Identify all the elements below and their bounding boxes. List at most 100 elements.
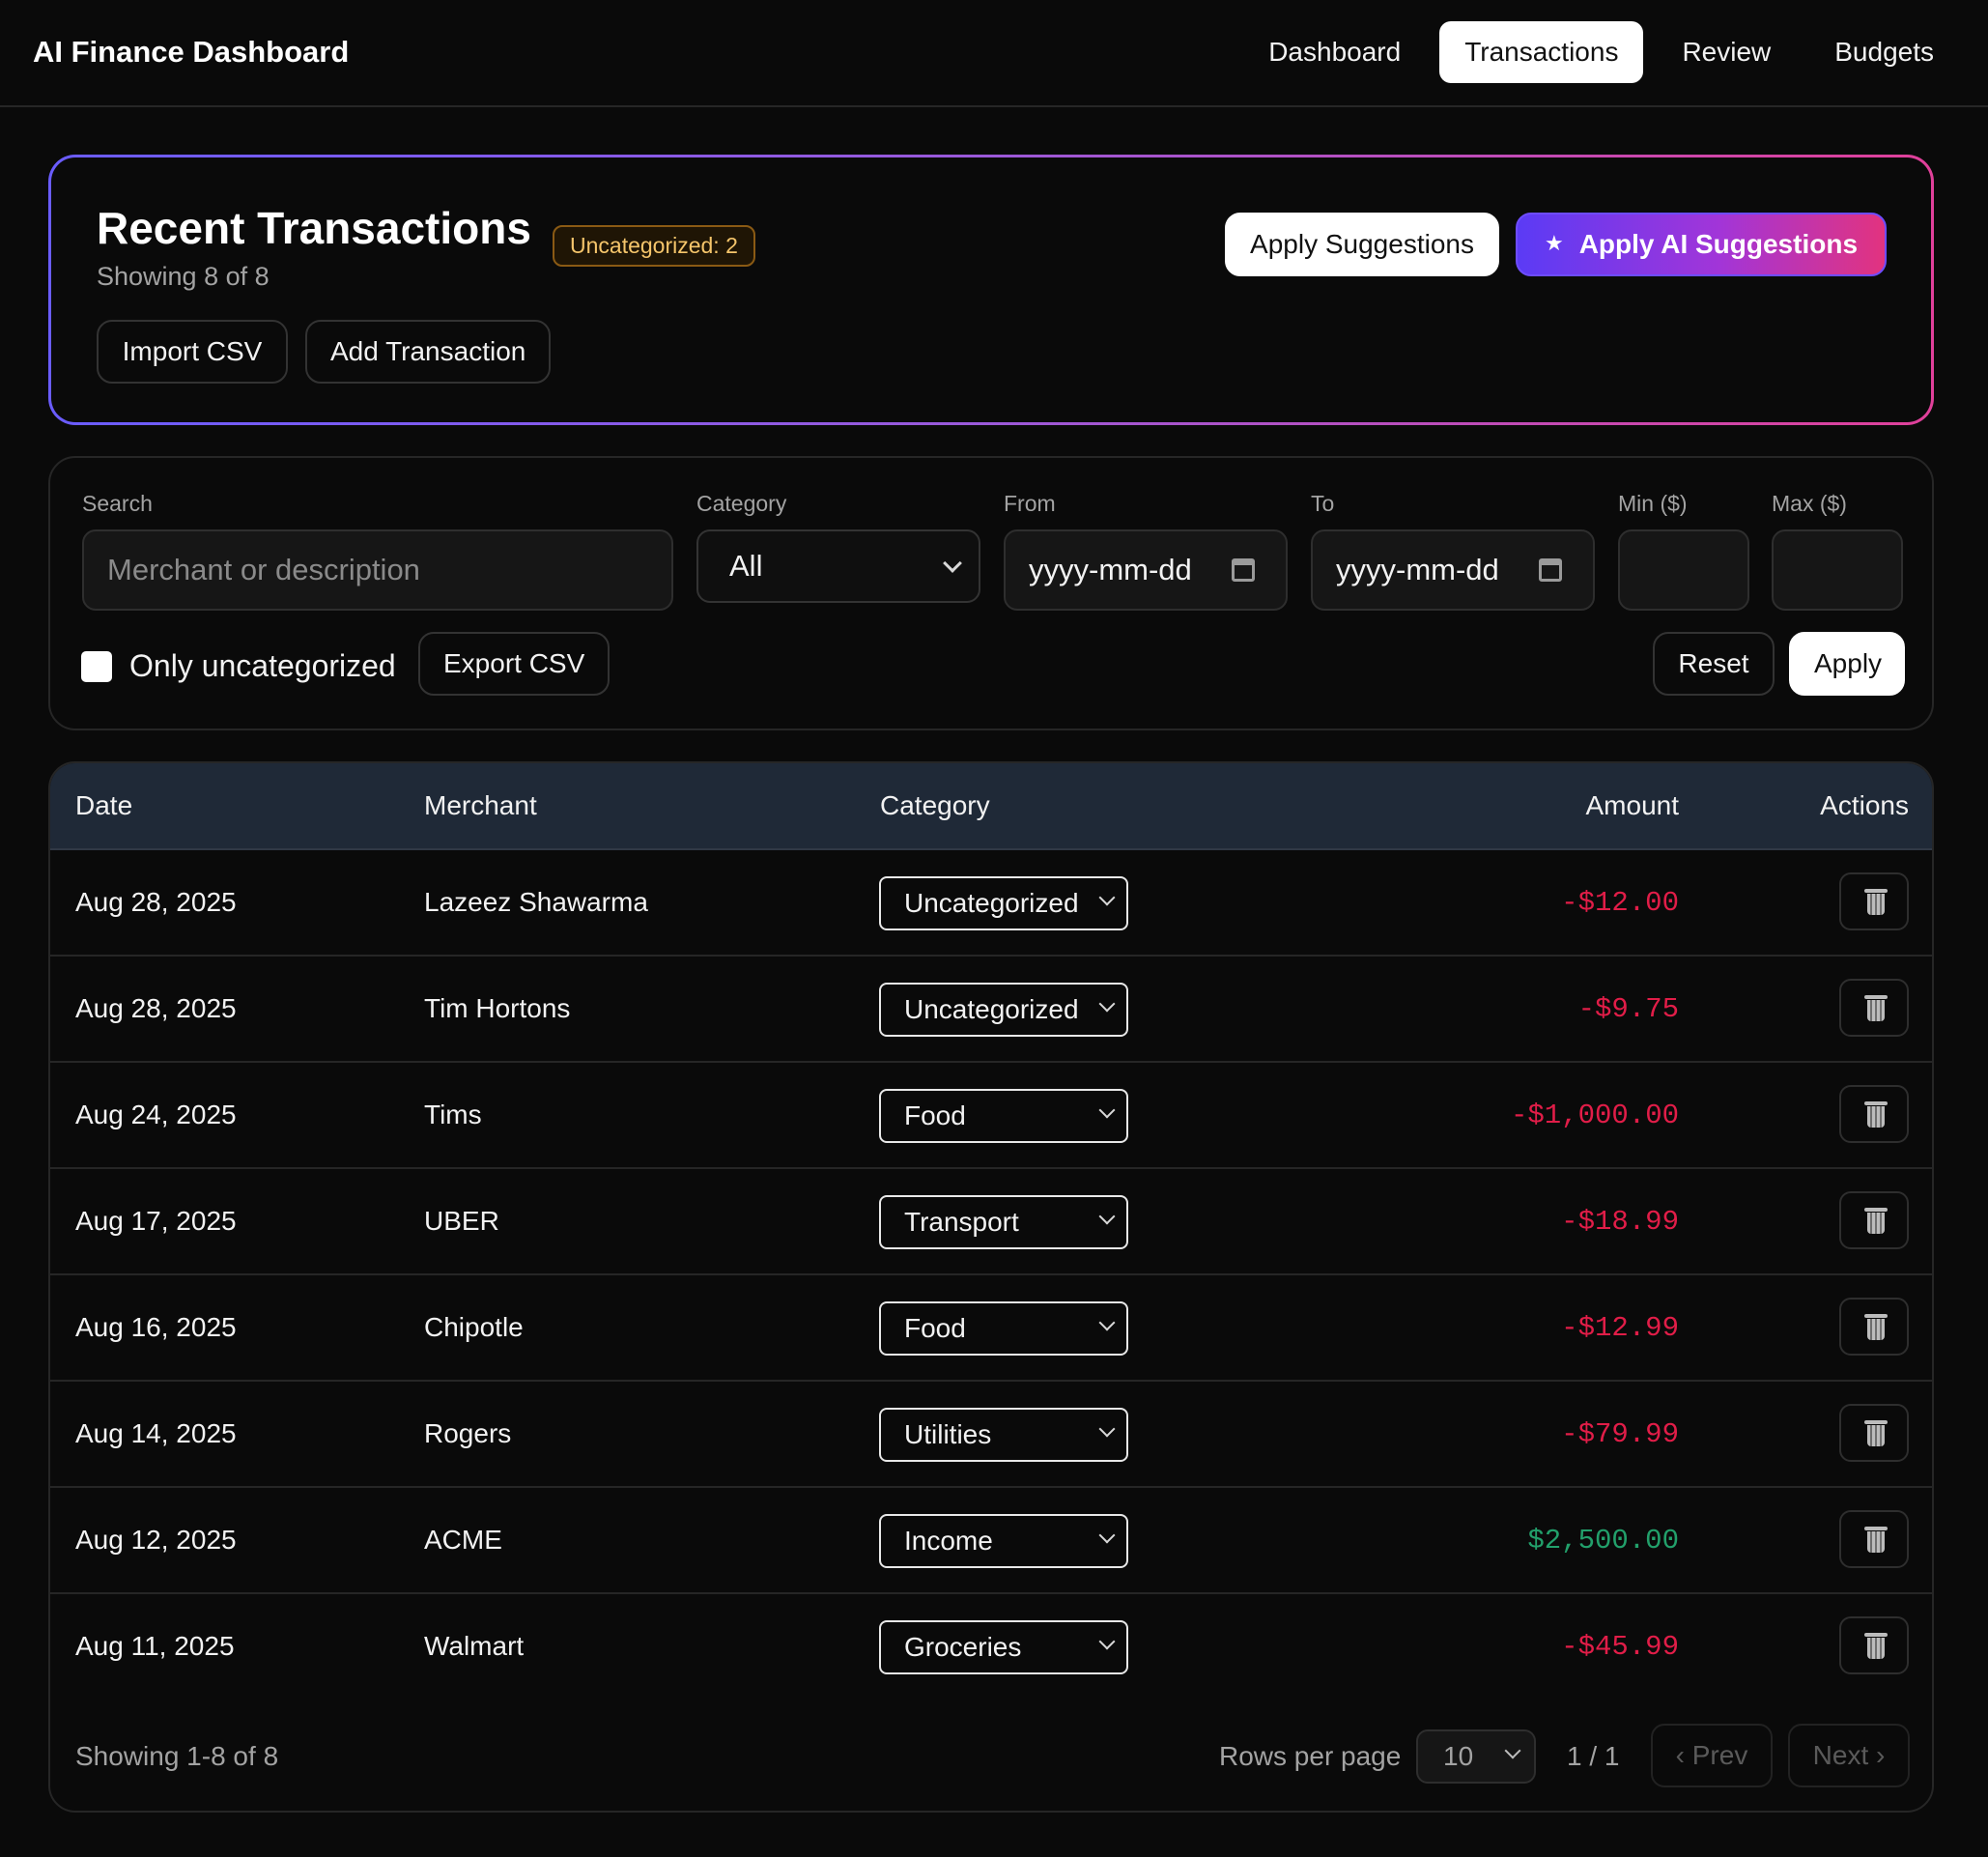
filter-panel: Search Merchant or description Category … xyxy=(48,456,1934,730)
search-input[interactable]: Merchant or description xyxy=(82,529,673,611)
apply-filters-button[interactable]: Apply xyxy=(1789,632,1905,696)
apply-suggestions-button[interactable]: Apply Suggestions xyxy=(1225,213,1499,276)
row-category-select[interactable]: Utilities xyxy=(879,1408,1128,1462)
row-date: Aug 14, 2025 xyxy=(75,1418,237,1448)
to-date-placeholder: yyyy-mm-dd xyxy=(1336,553,1499,586)
prev-page-button[interactable]: ‹ Prev xyxy=(1651,1724,1773,1787)
row-category-select[interactable]: Income xyxy=(879,1514,1128,1568)
row-amount: -$12.00 xyxy=(1561,887,1679,919)
add-transaction-button[interactable]: Add Transaction xyxy=(305,320,551,384)
row-category-value: Utilities xyxy=(904,1419,992,1449)
row-merchant: ACME xyxy=(424,1525,502,1555)
rows-per-page-select[interactable]: 10 xyxy=(1416,1729,1536,1784)
row-merchant: Walmart xyxy=(424,1631,525,1661)
trash-icon xyxy=(1867,1425,1885,1446)
delete-transaction-button[interactable] xyxy=(1839,1404,1909,1462)
row-category-value: Food xyxy=(904,1100,966,1130)
table-row: Aug 17, 2025 UBER Transport -$18.99 xyxy=(50,1169,1932,1275)
row-category-select[interactable]: Transport xyxy=(879,1195,1128,1249)
only-uncategorized-checkbox[interactable] xyxy=(81,651,112,682)
row-amount: -$79.99 xyxy=(1561,1418,1679,1450)
row-amount: $2,500.00 xyxy=(1527,1525,1679,1557)
nav-review[interactable]: Review xyxy=(1657,21,1796,83)
row-category-select[interactable]: Food xyxy=(879,1089,1128,1143)
calendar-icon[interactable] xyxy=(1539,558,1562,582)
trash-icon xyxy=(1867,1319,1885,1340)
trash-icon xyxy=(1864,1633,1888,1637)
export-csv-button[interactable]: Export CSV xyxy=(418,632,610,696)
column-header-merchant[interactable]: Merchant xyxy=(424,790,537,821)
delete-transaction-button[interactable] xyxy=(1839,979,1909,1037)
nav-budgets[interactable]: Budgets xyxy=(1809,21,1959,83)
row-date: Aug 24, 2025 xyxy=(75,1100,237,1129)
row-category-select[interactable]: Uncategorized xyxy=(879,983,1128,1037)
nav-dashboard[interactable]: Dashboard xyxy=(1243,21,1426,83)
to-date-input[interactable]: yyyy-mm-dd xyxy=(1311,529,1595,611)
calendar-icon[interactable] xyxy=(1232,558,1255,582)
table-row: Aug 14, 2025 Rogers Utilities -$79.99 xyxy=(50,1382,1932,1488)
trash-icon xyxy=(1864,1208,1888,1212)
trash-icon xyxy=(1864,1527,1888,1530)
table-row: Aug 16, 2025 Chipotle Food -$12.99 xyxy=(50,1275,1932,1382)
row-date: Aug 12, 2025 xyxy=(75,1525,237,1555)
from-date-input[interactable]: yyyy-mm-dd xyxy=(1004,529,1288,611)
table-header: Date Merchant Category Amount Actions xyxy=(50,763,1932,850)
column-header-date[interactable]: Date xyxy=(75,790,132,821)
transactions-table: Date Merchant Category Amount Actions Au… xyxy=(48,761,1934,1813)
table-row: Aug 28, 2025 Lazeez Shawarma Uncategorized… xyxy=(50,850,1932,957)
category-filter-select[interactable]: All xyxy=(696,529,980,603)
row-category-value: Transport xyxy=(904,1207,1019,1237)
category-filter-value: All xyxy=(729,549,763,583)
chevron-down-icon xyxy=(1504,1742,1521,1759)
uncategorized-badge: Uncategorized: 2 xyxy=(553,225,755,267)
reset-filters-button[interactable]: Reset xyxy=(1653,632,1775,696)
trash-icon xyxy=(1867,1106,1885,1128)
row-category-value: Income xyxy=(904,1526,993,1556)
page-indicator: 1 / 1 xyxy=(1567,1741,1620,1771)
nav-transactions[interactable]: Transactions xyxy=(1439,21,1644,83)
row-amount: -$12.99 xyxy=(1561,1312,1679,1344)
rows-per-page-label: Rows per page xyxy=(1219,1741,1402,1771)
column-header-actions: Actions xyxy=(1820,790,1909,820)
row-category-value: Uncategorized xyxy=(904,994,1079,1024)
chevron-down-icon xyxy=(1098,995,1116,1013)
table-row: Aug 24, 2025 Tims Food -$1,000.00 xyxy=(50,1063,1932,1169)
row-category-select[interactable]: Food xyxy=(879,1301,1128,1356)
to-date-label: To xyxy=(1311,491,1335,516)
trash-icon xyxy=(1864,889,1888,893)
row-date: Aug 17, 2025 xyxy=(75,1206,237,1236)
delete-transaction-button[interactable] xyxy=(1839,1298,1909,1356)
row-merchant: Lazeez Shawarma xyxy=(424,887,648,917)
showing-count: Showing 8 of 8 xyxy=(97,262,270,291)
delete-transaction-button[interactable] xyxy=(1839,1085,1909,1143)
import-csv-button[interactable]: Import CSV xyxy=(97,320,288,384)
apply-ai-suggestions-button[interactable]: ★ Apply AI Suggestions xyxy=(1516,213,1887,276)
row-date: Aug 11, 2025 xyxy=(75,1631,235,1661)
delete-transaction-button[interactable] xyxy=(1839,872,1909,930)
rows-per-page-value: 10 xyxy=(1443,1741,1474,1771)
delete-transaction-button[interactable] xyxy=(1839,1191,1909,1249)
next-page-button[interactable]: Next › xyxy=(1788,1724,1910,1787)
category-filter-label: Category xyxy=(696,491,787,516)
max-amount-input[interactable] xyxy=(1772,529,1903,611)
row-category-select[interactable]: Groceries xyxy=(879,1620,1128,1674)
column-header-amount[interactable]: Amount xyxy=(1586,790,1680,821)
delete-transaction-button[interactable] xyxy=(1839,1510,1909,1568)
chevron-down-icon xyxy=(1098,1527,1116,1544)
trash-icon xyxy=(1867,894,1885,915)
chevron-down-icon xyxy=(1098,889,1116,906)
only-uncategorized-label: Only uncategorized xyxy=(129,648,396,683)
max-amount-label: Max ($) xyxy=(1772,491,1847,516)
sparkle-icon: ★ xyxy=(1544,231,1564,255)
table-row: Aug 12, 2025 ACME Income $2,500.00 xyxy=(50,1488,1932,1594)
page-title: Recent Transactions xyxy=(97,203,531,253)
row-category-select[interactable]: Uncategorized xyxy=(879,876,1128,930)
row-merchant: UBER xyxy=(424,1206,499,1236)
column-header-category[interactable]: Category xyxy=(880,790,990,821)
app-title: AI Finance Dashboard xyxy=(33,35,350,69)
table-row: Aug 28, 2025 Tim Hortons Uncategorized -$9.… xyxy=(50,957,1932,1063)
delete-transaction-button[interactable] xyxy=(1839,1616,1909,1674)
chevron-down-icon xyxy=(1098,1314,1116,1331)
min-amount-input[interactable] xyxy=(1618,529,1749,611)
min-amount-label: Min ($) xyxy=(1618,491,1688,516)
